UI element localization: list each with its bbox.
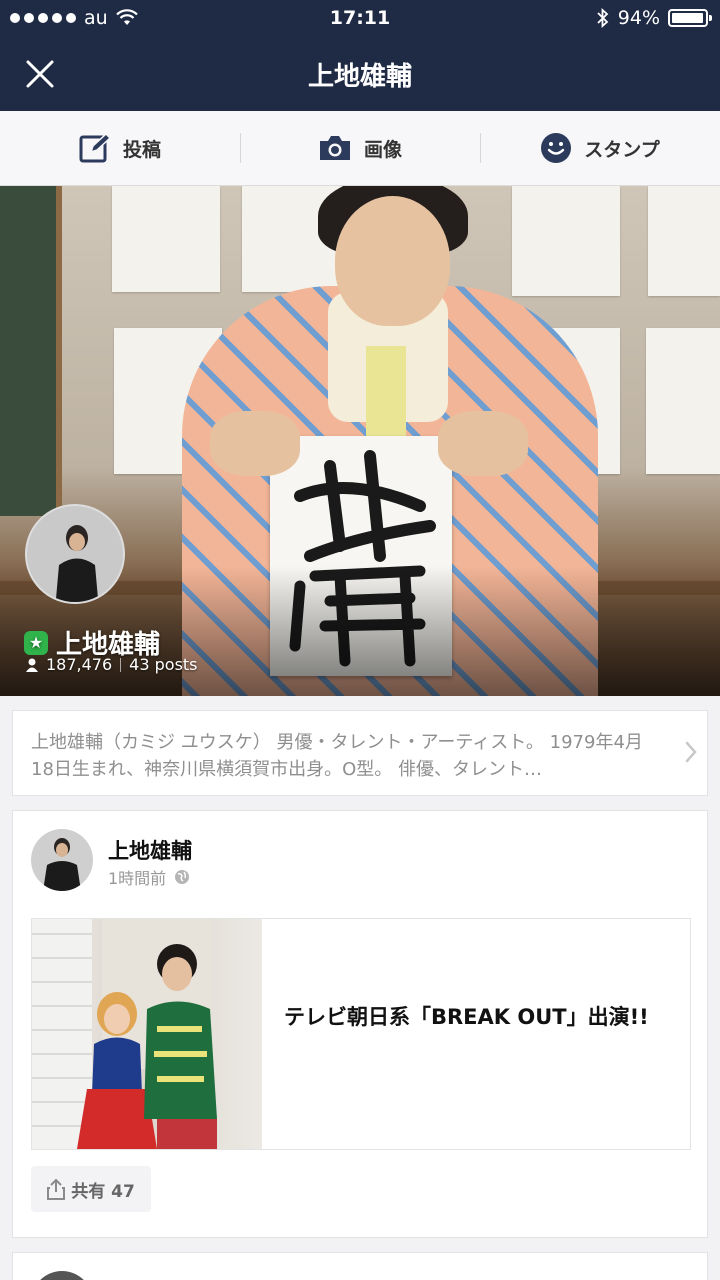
description-text: 上地雄輔（カミジ ユウスケ） 男優・タレント・アーティスト。 1979年4月18…: [31, 732, 643, 780]
calligraphy-scroll: [112, 186, 220, 292]
post-author-name[interactable]: 上地雄輔: [108, 835, 192, 865]
chevron-right-icon: [685, 741, 697, 763]
image-button[interactable]: 画像: [240, 111, 480, 185]
thumbnail-people: [77, 919, 217, 1149]
post-button-label: 投稿: [122, 138, 161, 161]
post-card: 上地雄輔 1時間前 テレビ朝日系「BREAK OUT」出演!! 共有 47: [12, 810, 708, 1238]
right-hand: [438, 411, 528, 476]
profile-avatar[interactable]: [25, 504, 125, 604]
battery-icon: [668, 9, 712, 27]
share-button[interactable]: 共有 47: [31, 1166, 151, 1212]
follower-count: 187,476: [46, 655, 113, 674]
avatar-figure: [55, 525, 99, 602]
globe-icon: [175, 870, 190, 884]
post-author-avatar[interactable]: [31, 829, 93, 891]
cover-photo[interactable]: ★ 上地雄輔 187,476 43 posts: [0, 186, 720, 696]
compose-toolbar: 投稿 画像 スタンプ: [0, 111, 720, 186]
link-title: テレビ朝日系「BREAK OUT」出演!!: [284, 1005, 649, 1029]
share-button-label: 共有 47: [71, 1181, 135, 1202]
post-time-text: 1時間前: [108, 869, 167, 888]
edit-icon: [79, 133, 111, 163]
post-button[interactable]: 投稿: [0, 111, 240, 185]
profile-stats: 187,476 43 posts: [26, 655, 198, 674]
person-icon: [26, 658, 38, 672]
sticker-button-label: スタンプ: [584, 138, 660, 161]
next-post-card: [12, 1252, 708, 1280]
calligraphy-scroll: [512, 186, 620, 296]
link-preview[interactable]: テレビ朝日系「BREAK OUT」出演!!: [31, 918, 691, 1150]
blackboard: [0, 186, 62, 516]
person-face: [335, 196, 450, 326]
calligraphy-scroll: [646, 328, 720, 474]
post-count: 43 posts: [129, 655, 198, 674]
post-time: 1時間前: [108, 865, 190, 889]
official-badge-icon: ★: [24, 630, 48, 655]
sticker-button[interactable]: スタンプ: [480, 111, 720, 185]
avatar-figure: [43, 838, 81, 891]
image-button-label: 画像: [363, 138, 402, 161]
top-bar: au 17:11 94% 上地雄輔: [0, 0, 720, 111]
camera-icon: [319, 136, 350, 160]
share-icon: [47, 1178, 66, 1200]
person-shirt: [366, 346, 406, 446]
smiley-icon: [541, 133, 572, 163]
page-title: 上地雄輔: [307, 62, 412, 92]
profile-description[interactable]: 上地雄輔（カミジ ユウスケ） 男優・タレント・アーティスト。 1979年4月18…: [12, 710, 708, 796]
calligraphy-scroll: [648, 186, 720, 296]
bluetooth-icon: [597, 8, 609, 28]
battery-percent: 94%: [617, 7, 660, 29]
stat-divider: [120, 657, 122, 672]
left-hand: [210, 411, 300, 476]
link-thumbnail: [32, 919, 262, 1149]
status-right: 94%: [596, 7, 712, 29]
status-bar: au 17:11 94%: [0, 0, 720, 38]
next-post-avatar[interactable]: [31, 1271, 93, 1280]
